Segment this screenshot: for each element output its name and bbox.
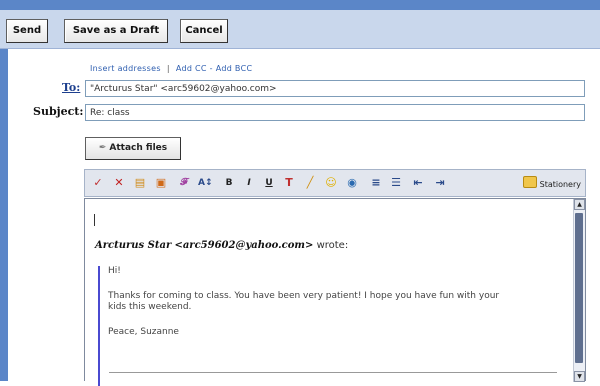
- add-cc-bcc-link[interactable]: Add CC - Add BCC: [176, 64, 253, 73]
- paste-icon[interactable]: ▣: [154, 176, 168, 190]
- sender-email: <arc59602@yahoo.com>: [174, 240, 314, 251]
- text-color-icon[interactable]: T: [282, 176, 296, 190]
- font-icon[interactable]: 𝓕: [177, 176, 191, 190]
- copy-icon[interactable]: ▤: [133, 176, 147, 190]
- quote-greeting: Hi!: [108, 266, 121, 276]
- window-top-edge: [0, 0, 600, 10]
- text-cursor: [94, 214, 95, 226]
- wrote-text: wrote:: [316, 240, 349, 251]
- formatting-toolbar: ✓ ✕ ▤ ▣ 𝓕 A↕ B I U T ╱ ☺ ◉ ≡ ☰ ⇤ ⇥ Stati…: [84, 169, 586, 197]
- compose-toolbar: Send Save as a Draft Cancel: [0, 10, 600, 49]
- to-field[interactable]: "Arcturus Star" <arc59602@yahoo.com>: [85, 80, 585, 97]
- editor-scrollbar[interactable]: ▲ ▼: [573, 199, 585, 382]
- to-label[interactable]: To:: [62, 81, 80, 94]
- stationery-icon: [522, 176, 537, 188]
- sender-name: Arcturus Star: [95, 240, 172, 251]
- indent-icon[interactable]: ⇥: [433, 176, 447, 190]
- scroll-up-icon[interactable]: ▲: [574, 199, 585, 210]
- stationery-label: Stationery: [539, 180, 581, 189]
- link-separator: |: [166, 64, 170, 73]
- stationery-button[interactable]: Stationery: [522, 176, 581, 190]
- font-size-icon[interactable]: A↕: [198, 176, 213, 190]
- attach-files-button[interactable]: ✒ Attach files: [85, 137, 181, 160]
- quote-signature: Peace, Suzanne: [108, 327, 179, 337]
- cut-icon[interactable]: ✕: [112, 176, 126, 190]
- quote-body-line-2: kids this weekend.: [108, 302, 192, 312]
- outdent-icon[interactable]: ⇤: [411, 176, 425, 190]
- quoted-message: Hi! Thanks for coming to class. You have…: [98, 266, 558, 386]
- scroll-down-icon[interactable]: ▼: [574, 371, 585, 382]
- send-button[interactable]: Send: [6, 19, 48, 43]
- cancel-button[interactable]: Cancel: [180, 19, 228, 43]
- quote-divider: [109, 372, 557, 373]
- spellcheck-icon[interactable]: ✓: [91, 176, 105, 190]
- quote-attribution: Arcturus Star <arc59602@yahoo.com> wrote…: [95, 240, 348, 251]
- message-body-editor[interactable]: Arcturus Star <arc59602@yahoo.com> wrote…: [84, 198, 586, 386]
- link-icon[interactable]: ◉: [345, 176, 359, 190]
- underline-icon[interactable]: U: [262, 176, 276, 190]
- bold-icon[interactable]: B: [222, 176, 236, 190]
- subject-label: Subject:: [33, 105, 84, 118]
- subject-field[interactable]: Re: class: [85, 104, 585, 121]
- paperclip-icon: ✒: [98, 143, 107, 153]
- scroll-thumb[interactable]: [575, 213, 583, 363]
- italic-icon[interactable]: I: [242, 176, 256, 190]
- save-draft-button[interactable]: Save as a Draft: [64, 19, 168, 43]
- attach-files-label: Attach files: [109, 143, 168, 153]
- address-links: Insert addresses | Add CC - Add BCC: [90, 64, 252, 73]
- highlight-icon[interactable]: ╱: [303, 176, 317, 190]
- left-pane-edge: [0, 49, 8, 381]
- emoticon-icon[interactable]: ☺: [324, 176, 338, 190]
- align-icon[interactable]: ≡: [369, 176, 383, 190]
- quote-body-line-1: Thanks for coming to class. You have bee…: [108, 291, 500, 301]
- bullet-list-icon[interactable]: ☰: [389, 176, 403, 190]
- insert-addresses-link[interactable]: Insert addresses: [90, 64, 161, 73]
